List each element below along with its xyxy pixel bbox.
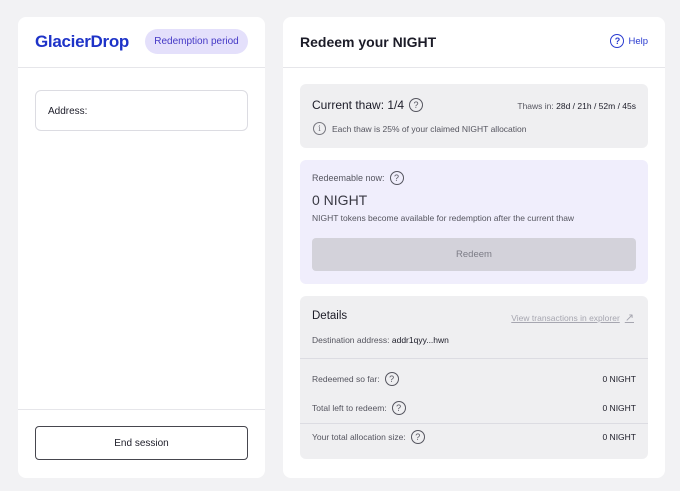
- redeemable-amount: 0 NIGHT: [312, 192, 368, 208]
- details-divider: [300, 358, 648, 359]
- explorer-link-label: View transactions in explorer: [511, 312, 620, 323]
- header-divider: [18, 67, 265, 68]
- thaw-note: i Each thaw is 25% of your claimed NIGHT…: [313, 122, 527, 135]
- current-thaw-title: Current thaw: 1/4: [312, 98, 405, 112]
- help-label: Help: [628, 35, 648, 47]
- destination-label: Destination address:: [312, 335, 390, 345]
- thaw-note-text: Each thaw is 25% of your claimed NIGHT a…: [332, 123, 527, 134]
- end-session-button[interactable]: End session: [35, 426, 248, 460]
- page-title: Redeem your NIGHT: [300, 34, 437, 50]
- total-left-row: Total left to redeem: ? 0 NIGHT: [312, 401, 636, 415]
- redeemable-card: Redeemable now: ? 0 NIGHT NIGHT tokens b…: [300, 160, 648, 284]
- question-circle-icon: ?: [610, 34, 625, 48]
- total-left-value: 0 NIGHT: [602, 403, 636, 413]
- row-label: Redeemed so far: ?: [312, 372, 399, 386]
- details-divider: [300, 423, 648, 424]
- row-label: Total left to redeem: ?: [312, 401, 406, 415]
- details-card: Details View transactions in explorer ↗ …: [300, 296, 648, 459]
- header-divider: [283, 67, 665, 68]
- destination-address: Destination address: addr1qyy...hwn: [312, 335, 449, 345]
- countdown-value: 28d / 21h / 52m / 45s: [556, 101, 636, 111]
- question-circle-icon[interactable]: ?: [391, 401, 406, 415]
- info-circle-icon: i: [313, 122, 326, 135]
- redeemable-label: Redeemable now:: [312, 173, 385, 183]
- row-label: Your total allocation size: ?: [312, 430, 425, 444]
- question-circle-icon[interactable]: ?: [409, 98, 424, 112]
- question-circle-icon[interactable]: ?: [410, 430, 425, 444]
- redeemable-heading: Redeemable now: ?: [312, 171, 404, 185]
- details-title: Details: [312, 310, 348, 322]
- current-thaw-card: Current thaw: 1/4 ? Thaws in: 28d / 21h …: [300, 84, 648, 148]
- redeemable-note: NIGHT tokens become available for redemp…: [312, 213, 575, 223]
- redeem-panel: Redeem your NIGHT ? Help Current thaw: 1…: [283, 17, 665, 478]
- address-label: Address:: [48, 106, 88, 117]
- footer-divider: [18, 409, 265, 410]
- thaws-in-label: Thaws in:: [517, 101, 554, 111]
- destination-value: addr1qyy...hwn: [391, 335, 449, 345]
- glacierdrop-logo[interactable]: GlacierDrop: [35, 32, 129, 52]
- redeemed-so-far-label: Redeemed so far:: [312, 374, 380, 384]
- total-allocation-value: 0 NIGHT: [602, 432, 636, 442]
- question-circle-icon[interactable]: ?: [389, 171, 404, 185]
- thaw-countdown: Thaws in: 28d / 21h / 52m / 45s: [517, 101, 636, 111]
- redeemed-so-far-row: Redeemed so far: ? 0 NIGHT: [312, 372, 636, 386]
- total-left-label: Total left to redeem:: [312, 403, 387, 413]
- current-thaw-heading: Current thaw: 1/4 ?: [312, 98, 424, 112]
- redeemed-so-far-value: 0 NIGHT: [602, 374, 636, 384]
- total-allocation-label: Your total allocation size:: [312, 432, 406, 442]
- question-circle-icon[interactable]: ?: [384, 372, 399, 386]
- address-card: Address:: [35, 90, 248, 131]
- help-link[interactable]: ? Help: [610, 34, 648, 48]
- redemption-period-badge: Redemption period: [145, 29, 248, 54]
- redeem-button[interactable]: Redeem: [312, 238, 636, 271]
- external-link-arrow-icon: ↗: [624, 312, 634, 324]
- view-in-explorer-link[interactable]: View transactions in explorer ↗: [511, 311, 634, 324]
- total-allocation-row: Your total allocation size: ? 0 NIGHT: [312, 430, 636, 444]
- sidebar-panel: GlacierDrop Redemption period Address: E…: [18, 17, 265, 478]
